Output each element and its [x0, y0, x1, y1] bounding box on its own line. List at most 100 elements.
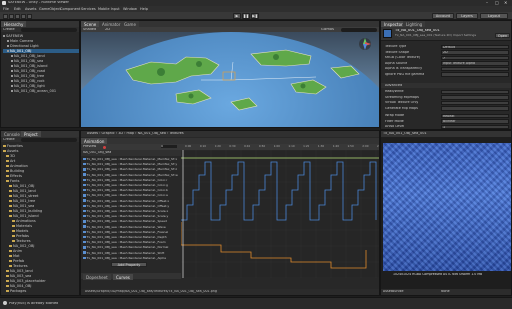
hierarchy-item[interactable]: NA_001_OBJ_ocean_001	[3, 89, 79, 93]
project-folder-item[interactable]: Building	[3, 169, 79, 173]
inspector-field-value[interactable]: ✓	[441, 55, 509, 60]
animation-property-row[interactable]: Tx_NA_001_OBJ_sea : Mesh Renderer.Materi…	[83, 251, 179, 255]
inspector-field-value[interactable]: Bilinear	[441, 119, 509, 124]
animation-property-row[interactable]: Tx_NA_001_OBJ_sea : Mesh Renderer.Materi…	[83, 209, 179, 213]
hand-tool-icon[interactable]	[3, 13, 8, 19]
menu-services[interactable]: Services	[81, 7, 96, 11]
menu-edit[interactable]: Edit	[14, 7, 21, 11]
minimize-button[interactable]: –	[486, 1, 488, 5]
hierarchy-item[interactable]: NA_001_OBJ	[3, 49, 79, 53]
hierarchy-create-button[interactable]: Create	[3, 28, 15, 32]
pause-button[interactable]: ❚❚	[242, 13, 250, 19]
project-folder-item[interactable]: NA_002_OBJ	[3, 244, 79, 248]
inspector-open-button[interactable]: Open	[495, 33, 510, 38]
project-folder-item[interactable]: Models	[3, 229, 79, 233]
project-folder-item[interactable]: NA_001_island	[3, 214, 79, 218]
project-folder-item[interactable]: Textures	[3, 239, 79, 243]
scale-tool-icon[interactable]	[21, 13, 26, 19]
project-folder-item[interactable]: Fonts	[3, 179, 79, 183]
project-folder-item[interactable]: Anim	[3, 249, 79, 253]
project-create-button[interactable]: Create	[3, 138, 15, 142]
animation-property-row[interactable]: Tx_NA_001_OBJ_sea : Mesh Renderer.Materi…	[83, 173, 179, 177]
project-folder-item[interactable]: NA_003_sea	[3, 274, 79, 278]
project-folder-item[interactable]: Packages	[3, 289, 79, 293]
close-button[interactable]: ✕	[504, 1, 507, 5]
project-folder-item[interactable]: NA_003_land	[3, 269, 79, 273]
menu-gameobject[interactable]: GameObject	[39, 7, 61, 11]
project-folder-item[interactable]: NA_004_OBJ	[3, 284, 79, 288]
project-folder-item[interactable]: Animations	[3, 219, 79, 223]
project-search-input[interactable]	[21, 137, 77, 142]
hierarchy-item[interactable]: SAFENEW	[3, 34, 79, 38]
animation-property-row[interactable]: Tx_NA_001_OBJ_sea : Mesh Renderer.Materi…	[83, 235, 179, 239]
menu-component[interactable]: Component	[60, 7, 80, 11]
tab-dopesheet[interactable]: Dopesheet	[83, 273, 111, 280]
inspector-field-value[interactable]: 1	[441, 124, 509, 129]
scene-viewport[interactable]	[81, 32, 380, 128]
move-tool-icon[interactable]	[9, 13, 14, 19]
animation-property-row[interactable]: Tx_NA_001_OBJ_sea : Mesh Renderer.Materi…	[83, 193, 179, 197]
project-folder-item[interactable]: Animation	[3, 164, 79, 168]
project-folder-item[interactable]: Art	[3, 159, 79, 163]
animation-property-row[interactable]: Tx_NA_001_OBJ_sea : Mesh Renderer.Materi…	[83, 204, 179, 208]
hierarchy-search-input[interactable]	[21, 27, 77, 32]
animation-property-row[interactable]: Tx_NA_001_OBJ_sea : Mesh Renderer.Materi…	[83, 188, 179, 192]
project-folder-item[interactable]: NA_001_street	[3, 194, 79, 198]
inspector-field-value[interactable]: 2D	[441, 50, 509, 55]
account-dropdown[interactable]: Account	[432, 13, 454, 19]
inspector-advanced-header[interactable]: Advanced	[381, 83, 511, 88]
gizmos-dropdown[interactable]: Gizmos	[321, 28, 334, 32]
animation-property-row[interactable]: Tx_NA_001_OBJ_sea : Mesh Renderer.Materi…	[83, 199, 179, 203]
animation-property-row[interactable]: Tx_NA_001_OBJ_sea : Mesh Renderer.Materi…	[83, 214, 179, 218]
project-folder-item[interactable]: Textures	[3, 264, 79, 268]
layers-dropdown[interactable]: Layers	[456, 13, 478, 19]
animation-property-row[interactable]: Tx_NA_001_OBJ_sea : Mesh Renderer.Materi…	[83, 256, 179, 260]
curve-editor[interactable]	[181, 150, 380, 278]
animation-property-row[interactable]: Tx_NA_001_OBJ_sea : Mesh Renderer.Materi…	[83, 167, 179, 171]
hierarchy-item[interactable]: NA_001_OBJ_tree	[3, 74, 79, 78]
hierarchy-item[interactable]: NA_001_OBJ_road	[3, 69, 79, 73]
project-folder-item[interactable]: Effects	[3, 174, 79, 178]
scene-search-input[interactable]	[341, 27, 377, 32]
hierarchy-item[interactable]: NA_001_OBJ_island	[3, 64, 79, 68]
animation-property-row[interactable]: Tx_NA_001_OBJ_sea : Mesh Renderer.Materi…	[83, 219, 179, 223]
step-button[interactable]: ▶❚	[251, 13, 259, 19]
play-button[interactable]: ▶	[233, 13, 241, 19]
inspector-field-value[interactable]	[441, 106, 509, 111]
maximize-button[interactable]: □	[495, 1, 499, 5]
project-folder-item[interactable]: NA_001_sea	[3, 204, 79, 208]
menu-mobile-input[interactable]: Mobile Input	[98, 7, 120, 11]
rotate-tool-icon[interactable]	[15, 13, 20, 19]
project-folder-item[interactable]: NA_001_tree	[3, 199, 79, 203]
record-icon[interactable]	[103, 145, 106, 149]
animation-property-row[interactable]: Tx_NA_001_OBJ_sea : Mesh Renderer.Materi…	[83, 157, 179, 161]
project-folder-item[interactable]: Prefabs	[3, 234, 79, 238]
tab-curves[interactable]: Curves	[113, 273, 133, 280]
menu-assets[interactable]: Assets	[25, 7, 36, 11]
inspector-field-value[interactable]: Default	[441, 44, 509, 49]
animation-property-row[interactable]: Tx_NA_001_OBJ_sea : Mesh Renderer.Materi…	[83, 230, 179, 234]
animation-property-row[interactable]: Tx_NA_001_OBJ_sea : Mesh Renderer.Materi…	[83, 240, 179, 244]
inspector-field-value[interactable]: Repeat	[441, 113, 509, 118]
rect-tool-icon[interactable]	[27, 13, 32, 19]
project-folder-item[interactable]: 3D	[3, 154, 79, 158]
hierarchy-item[interactable]: NA_001_OBJ_sea	[3, 59, 79, 63]
project-folder-item[interactable]: NA_001_building	[3, 209, 79, 213]
hierarchy-item[interactable]: NA_001_OBJ_rock	[3, 79, 79, 83]
add-property-button[interactable]: Add Property	[111, 262, 147, 267]
layout-dropdown[interactable]: Layout	[480, 13, 508, 19]
menu-help[interactable]: Help	[140, 7, 148, 11]
inspector-field-value[interactable]	[441, 95, 509, 100]
project-folder-item[interactable]: NA_001_OBJ	[3, 184, 79, 188]
shading-mode-dropdown[interactable]: Shaded	[83, 28, 96, 32]
menu-file[interactable]: File	[3, 7, 9, 11]
project-folder-item[interactable]: Prefab	[3, 259, 79, 263]
inspector-field-value[interactable]	[441, 89, 509, 94]
clip-dropdown[interactable]: NA_001_OBJ_sea	[83, 151, 111, 154]
menu-window[interactable]: Window	[123, 7, 137, 11]
animation-property-row[interactable]: Tx_NA_001_OBJ_sea : Mesh Renderer.Materi…	[83, 183, 179, 187]
hierarchy-item[interactable]: NA_001_OBJ_land	[3, 54, 79, 58]
inspector-field-value[interactable]	[441, 66, 509, 71]
hierarchy-item[interactable]: Directional Light	[3, 44, 79, 48]
2d-toggle[interactable]: 2D	[105, 28, 110, 32]
